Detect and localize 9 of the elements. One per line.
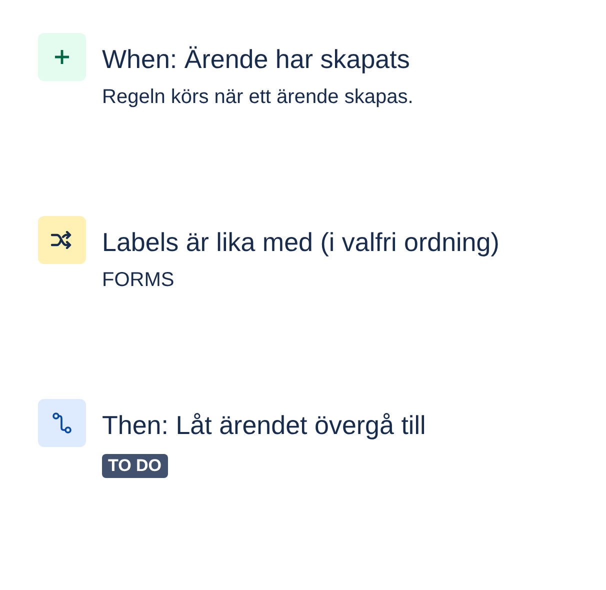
- step-title: Then: Låt ärendet övergå till: [102, 409, 427, 442]
- step-description: Regeln körs när ett ärende skapas.: [102, 85, 414, 110]
- path-icon: [52, 412, 72, 434]
- step-title: Labels är lika med (i valfri ordning): [102, 226, 500, 259]
- status-lozenge: TO DO: [102, 454, 168, 478]
- step-description: FORMS: [102, 268, 176, 293]
- step-title: When: Ärende har skapats: [102, 43, 411, 76]
- shuffle-icon: [51, 231, 73, 249]
- plus-icon: [54, 49, 70, 65]
